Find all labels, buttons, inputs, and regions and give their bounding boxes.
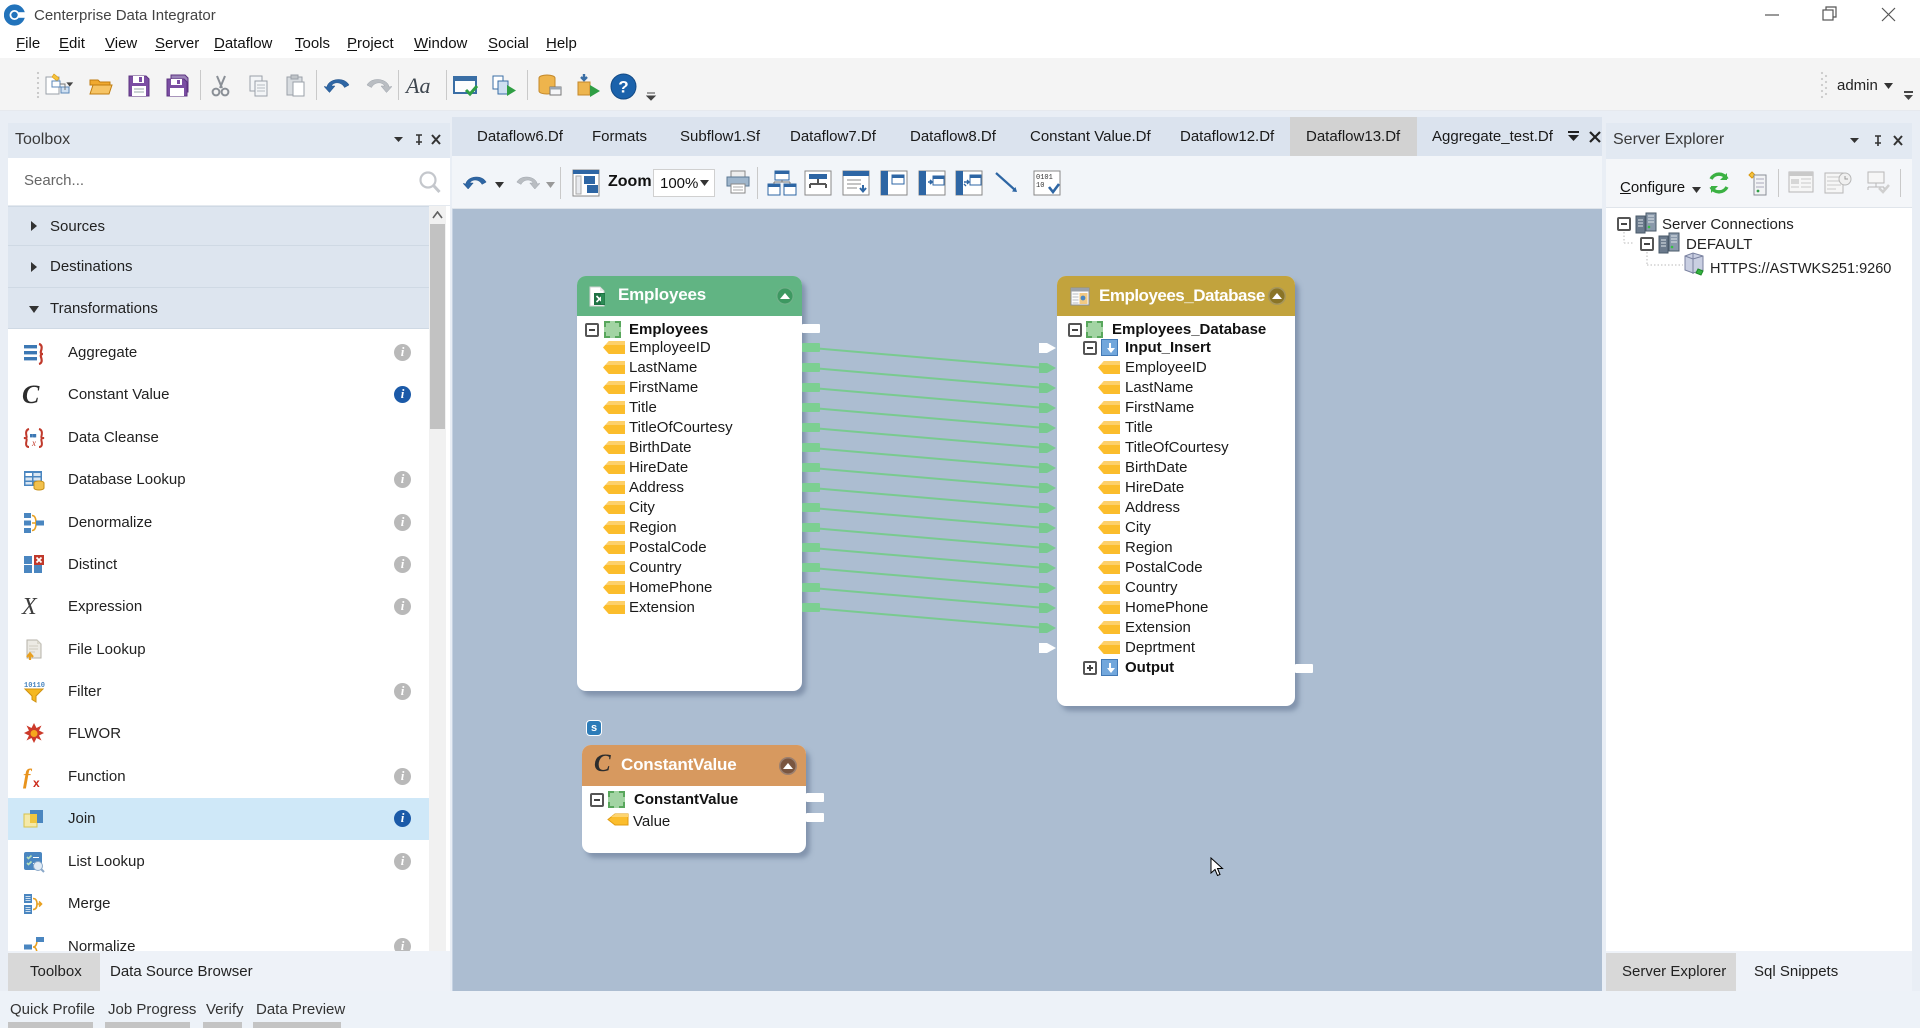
svg-text:x: x [33, 776, 40, 789]
svg-text:x: x [31, 438, 36, 448]
svg-text:0101: 0101 [1036, 174, 1053, 182]
svg-text:?: ? [618, 78, 628, 97]
svg-text:f: f [23, 765, 33, 789]
svg-text:10: 10 [1036, 182, 1044, 190]
